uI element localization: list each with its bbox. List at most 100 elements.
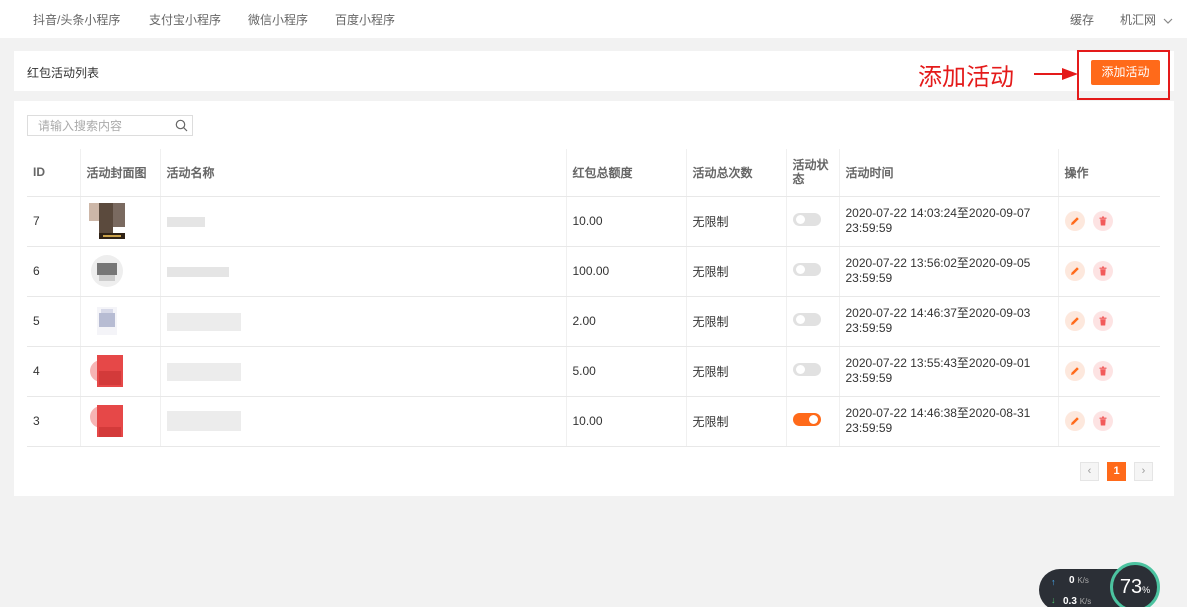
cell-time: 2020-07-22 14:46:37至2020-09-03 23:59:59 [839,296,1059,347]
nav-tab-alipay[interactable]: 支付宝小程序 [149,11,221,28]
delete-button[interactable] [1092,211,1113,231]
annotation-label: 添加活动 [918,64,1014,91]
table-header-row: ID 活动封面图 活动名称 红包总额度 活动总次数 活动状态 活动时间 操作 [27,149,1160,197]
edit-button[interactable] [1064,411,1085,431]
nav-tab-wechat[interactable]: 微信小程序 [248,11,308,28]
user-menu[interactable]: 机汇网 [1120,11,1173,28]
pencil-icon [1070,317,1079,325]
cell-count: 无限制 [686,296,787,347]
user-name: 机汇网 [1120,13,1157,27]
delete-button[interactable] [1092,411,1113,431]
add-activity-button[interactable]: 添加活动 [1091,60,1160,85]
nav-tab-baidu[interactable]: 百度小程序 [335,11,395,28]
cover-image [90,255,123,287]
status-toggle[interactable] [792,263,821,276]
column-header: 活动时间 [839,149,1059,197]
cell-amount: 10.00 [566,196,687,247]
upload-unit: K/s [1077,576,1089,585]
usage-percent-unit: % [1142,585,1151,595]
download-arrow-icon: ↓ [1051,595,1056,605]
upload-rate: 0 [1069,575,1075,586]
status-toggle[interactable] [792,313,821,326]
status-toggle[interactable] [792,413,821,426]
trash-icon [1099,316,1107,326]
memory-usage-gauge: 73% [1110,562,1160,607]
edit-button[interactable] [1064,211,1085,231]
prev-page-button[interactable]: ‹ [1080,462,1099,481]
cell-amount: 5.00 [566,346,687,397]
cell-amount: 2.00 [566,296,687,347]
cell-count: 无限制 [686,346,787,397]
cover-image [89,355,123,387]
table-row: 3 10.00 无限制 2020-07-22 14:46:38至2020-08-… [27,396,1160,447]
top-nav: 抖音/头条小程序 支付宝小程序 微信小程序 百度小程序 缓存 机汇网 [0,0,1187,38]
cell-time: 2020-07-22 14:46:38至2020-08-31 23:59:59 [839,396,1059,447]
trash-icon [1099,416,1107,426]
edit-button[interactable] [1064,311,1085,331]
pencil-icon [1070,417,1079,425]
search-icon[interactable] [175,119,188,132]
cache-link[interactable]: 缓存 [1070,11,1094,28]
cell-count: 无限制 [686,196,787,247]
activity-name-redacted [166,313,241,331]
cell-time: 2020-07-22 13:55:43至2020-09-01 23:59:59 [839,346,1059,397]
delete-button[interactable] [1092,311,1113,331]
chevron-down-icon [1163,18,1173,24]
cell-count: 无限制 [686,246,787,297]
page-title: 红包活动列表 [27,66,100,80]
delete-button[interactable] [1092,261,1113,281]
table-row: 6 100.00 无限制 2020-07-22 13:56:02至2020-09… [27,246,1160,297]
pencil-icon [1070,217,1079,225]
cell-id: 5 [27,296,81,347]
table-row: 7 10.00 无限制 2020-07-22 14:03:24至2020-09-… [27,196,1160,247]
main-panel: ID 活动封面图 活动名称 红包总额度 活动总次数 活动状态 活动时间 操作 7 [14,101,1174,496]
status-toggle[interactable] [792,363,821,376]
cover-image [89,405,123,437]
nav-tab-douyin[interactable]: 抖音/头条小程序 [33,11,120,28]
cell-id: 3 [27,396,81,447]
status-toggle[interactable] [792,213,821,226]
cell-count: 无限制 [686,396,787,447]
delete-button[interactable] [1092,361,1113,381]
annotation-arrow-icon [1034,68,1078,80]
next-page-button[interactable]: › [1134,462,1153,481]
activity-name-redacted [166,363,241,381]
column-header: 活动名称 [160,149,567,197]
download-rate: 0.3 [1063,596,1077,607]
search-box [27,115,193,136]
usage-percent: 73 [1119,576,1143,598]
cell-amount: 10.00 [566,396,687,447]
activity-table: ID 活动封面图 活动名称 红包总额度 活动总次数 活动状态 活动时间 操作 7 [27,149,1160,447]
trash-icon [1099,266,1107,276]
download-unit: K/s [1079,597,1092,606]
cell-amount: 100.00 [566,246,687,297]
cell-id: 7 [27,196,81,247]
column-header: 活动状态 [786,149,840,197]
search-input[interactable] [28,116,168,135]
page-number-button[interactable]: 1 [1107,462,1126,481]
trash-icon [1099,366,1107,376]
pencil-icon [1070,267,1079,275]
cover-image [88,203,125,239]
column-header: 操作 [1058,149,1160,197]
upload-arrow-icon: ↑ [1051,577,1056,587]
table-row: 5 2.00 无限制 2020-07-22 14:46:37至2020-09-0… [27,296,1160,347]
column-header: 活动总次数 [686,149,787,197]
cell-id: 6 [27,246,81,297]
cell-time: 2020-07-22 14:03:24至2020-09-07 23:59:59 [839,196,1059,247]
column-header: 活动封面图 [80,149,161,197]
network-speed-widget[interactable]: ↑ 0 K/s ↓ 0.3 K/s 73% [1039,562,1160,607]
column-header: ID [27,149,81,197]
cell-id: 4 [27,346,81,397]
activity-name-redacted [166,217,205,227]
activity-name-redacted [166,411,241,431]
pencil-icon [1070,367,1079,375]
edit-button[interactable] [1064,261,1085,281]
column-header: 红包总额度 [566,149,687,197]
edit-button[interactable] [1064,361,1085,381]
cell-time: 2020-07-22 13:56:02至2020-09-05 23:59:59 [839,246,1059,297]
cover-image [96,307,117,335]
activity-name-redacted [166,267,229,277]
trash-icon [1099,216,1107,226]
table-row: 4 5.00 无限制 2020-07-22 13:55:43至2020-09-0… [27,346,1160,397]
